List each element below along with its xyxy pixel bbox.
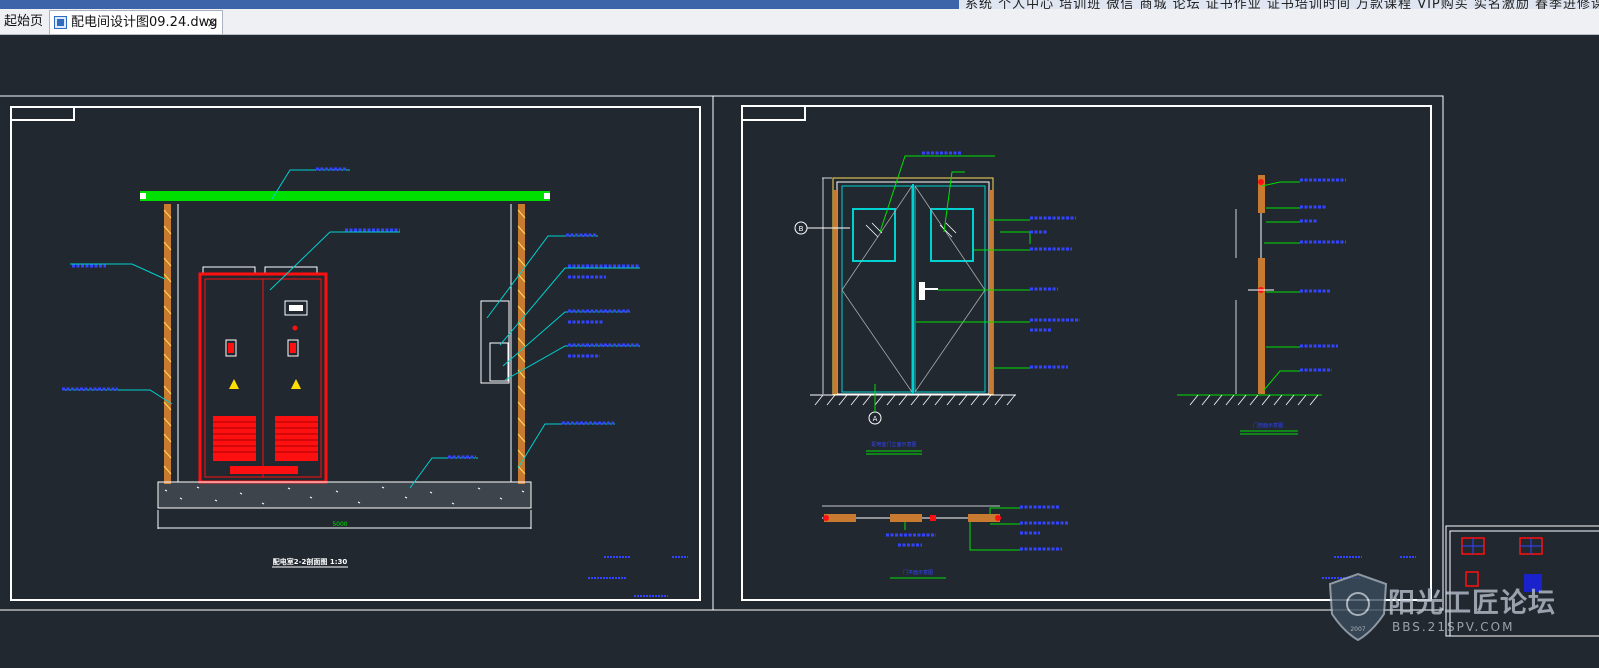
left-dimension-text: 5000	[332, 521, 347, 528]
right-column	[517, 204, 526, 484]
watermark-url: BBS.21SPV.COM	[1392, 620, 1514, 634]
title-bar: 系统 个人中心 培训班 微信 商城 论坛 证书作业 证书培训时间 万款课程 VI…	[0, 0, 1599, 9]
left-column	[163, 204, 172, 484]
foundation-slab	[157, 481, 532, 509]
document-tab-bar: 起始页 配电间设计图09.24.dwg ×	[0, 9, 1599, 35]
door-elevation: B A	[794, 177, 1016, 425]
tab-drawing-file-label: 配电间设计图09.24.dwg	[71, 15, 218, 30]
marker-a: A	[873, 415, 878, 423]
door-plan-title: 门平面示意图	[903, 569, 933, 576]
dwg-file-icon	[54, 16, 67, 29]
drawing-canvas[interactable]: 5000 配电室2-2剖面图 1:30 B A 配电室门立面示意图 门剖面示意图…	[0, 35, 1599, 664]
door-plan	[822, 505, 1001, 522]
tab-drawing-file[interactable]: 配电间设计图09.24.dwg ×	[49, 10, 223, 34]
right-sheet: B A 配电室门立面示意图 门剖面示意图 门平面示意图	[712, 95, 1444, 611]
left-sheet: 5000 配电室2-2剖面图 1:30	[0, 95, 714, 611]
tab-start-page[interactable]: 起始页	[4, 11, 43, 33]
menu-strip-text: 系统 个人中心 培训班 微信 商城 论坛 证书作业 证书培训时间 万款课程 VI…	[965, 0, 1599, 9]
marker-b: B	[799, 225, 804, 233]
menu-strip[interactable]: 系统 个人中心 培训班 微信 商城 论坛 证书作业 证书培训时间 万款课程 VI…	[959, 0, 1599, 9]
door-elevation-title: 配电室门立面示意图	[871, 441, 916, 448]
switch-cabinet	[198, 266, 328, 484]
roof-beam	[140, 191, 550, 201]
close-icon[interactable]: ×	[206, 11, 218, 35]
left-sheet-title: 配电室2-2剖面图 1:30	[273, 557, 348, 566]
watermark-year: 2007	[1350, 626, 1365, 633]
door-section-title: 门剖面示意图	[1253, 422, 1283, 429]
watermark-brand: 阳光工匠论坛	[1388, 588, 1556, 619]
